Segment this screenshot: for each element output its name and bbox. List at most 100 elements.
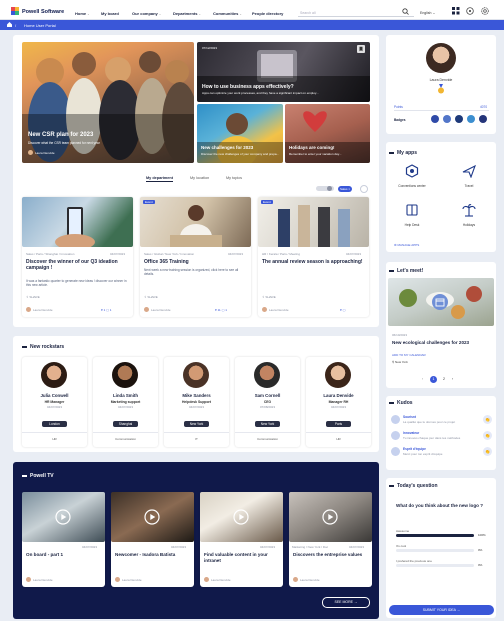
tv-title: Powell TV [22, 473, 54, 479]
plane-icon[interactable] [462, 164, 476, 178]
apps-grid-icon[interactable] [452, 7, 460, 15]
rockstar-avatar[interactable] [41, 362, 67, 388]
rockstar-city-badge: New York [255, 421, 280, 427]
add-to-calendar-link[interactable]: ADD TO MY CALENDAR [392, 353, 426, 357]
event-location: ⚲ New York [392, 360, 408, 364]
news-card-title[interactable]: Discover the winner of our Q3 ideation c… [26, 259, 128, 271]
video-title[interactable]: Find valuable content in your intranet [204, 552, 280, 564]
app-label[interactable]: Travel [445, 184, 493, 188]
kudos-title: Kudos [389, 400, 413, 406]
rockstar-city-badge: London [42, 421, 67, 427]
nav-my-board[interactable]: My board [101, 11, 119, 16]
badges-icon[interactable] [430, 114, 490, 124]
toggle-switch[interactable] [316, 186, 334, 191]
divider [93, 432, 158, 433]
rockstar-avatar[interactable] [183, 362, 209, 388]
rockstar-avatar[interactable] [112, 362, 138, 388]
news-card-tags: Sales / Global / New York / Innovation [144, 252, 195, 256]
poll-bar-track[interactable] [396, 564, 474, 567]
rockstar-department: Communication [257, 437, 278, 441]
kudos-name[interactable]: Innovateur [403, 431, 419, 435]
nav-departments[interactable]: Departments⌄ [173, 11, 201, 16]
video-date: 04/07/2023 [260, 545, 276, 549]
nav-communities[interactable]: Communities⌄ [213, 11, 242, 16]
divider [235, 432, 300, 433]
tab-my-topics[interactable]: My topics [226, 176, 242, 180]
app-label[interactable]: Help Desk [388, 223, 436, 227]
rockstar-name[interactable]: Laura Denvide [306, 393, 371, 398]
rockstar-name[interactable]: Sam Cornell [235, 393, 300, 398]
rockstar-avatar[interactable] [254, 362, 280, 388]
video-date: 04/07/2023 [349, 545, 365, 549]
see-more-button[interactable]: SEE MORE → [322, 597, 370, 608]
poll-answer-label[interactable]: It's cool [396, 544, 406, 548]
nav-our-company[interactable]: Our company⌄ [132, 11, 161, 16]
rockstar-role: Helpdesk Support [181, 400, 211, 404]
video-title[interactable]: Discovers the entreprise values [293, 552, 369, 558]
home-icon[interactable] [7, 22, 12, 27]
filter-settings-icon[interactable] [360, 185, 368, 193]
hero-tile3-title[interactable]: Holidays are coming! [289, 145, 335, 150]
notifications-icon[interactable] [466, 7, 474, 15]
app-label[interactable]: Conventions center [388, 184, 436, 188]
hero-main-title[interactable]: New CSR plan for 2023 [28, 132, 93, 138]
next-page-button[interactable]: › [452, 377, 453, 381]
submit-idea-button[interactable]: SUBMIT YOUR IDEA → [389, 605, 494, 615]
poll-answer-label[interactable]: Awesome [396, 529, 409, 533]
rockstar-name[interactable]: Linda Smith [93, 393, 158, 398]
poll-percent: 0% [478, 563, 483, 567]
play-icon[interactable] [144, 509, 160, 525]
profile-avatar[interactable] [426, 43, 456, 73]
hero-tile1-title[interactable]: How to use business apps effectively? [202, 84, 294, 90]
tab-my-department[interactable]: My department [146, 176, 174, 182]
news-card-title[interactable]: The annual review season is approaching! [262, 259, 364, 265]
search-icon[interactable] [402, 8, 409, 15]
hero-tile2-title[interactable]: New challenges for 2023 [201, 145, 253, 150]
nav-people-directory[interactable]: People directory [252, 11, 283, 16]
filter-chip[interactable]: Sales × [338, 186, 352, 192]
rockstar-name[interactable]: Mike Sanders [164, 393, 229, 398]
bookmark-icon[interactable] [357, 45, 365, 53]
kudos-like-icon[interactable]: 👏 [483, 415, 492, 424]
settings-icon[interactable] [481, 7, 489, 15]
kudos-like-icon[interactable]: 👏 [483, 431, 492, 440]
apps-panel [386, 142, 496, 252]
rockstar-name[interactable]: Julia Conwell [22, 393, 87, 398]
book-icon[interactable] [405, 203, 419, 217]
reactions[interactable]: ♥ 11 ▢ 1 [215, 308, 227, 312]
brand-name[interactable]: Powell Software [22, 9, 64, 15]
play-icon[interactable] [233, 509, 249, 525]
share-button[interactable]: ⇪ SHARE [26, 295, 40, 299]
author-avatar [293, 577, 298, 582]
play-icon[interactable] [322, 509, 338, 525]
palm-icon[interactable] [462, 203, 476, 217]
share-button[interactable]: ⇪ SHARE [262, 295, 276, 299]
kudos-like-icon[interactable]: 👏 [483, 447, 492, 456]
page-2[interactable]: 2 [443, 377, 445, 381]
hexagon-icon[interactable] [405, 164, 419, 178]
news-card-title[interactable]: Office 365 Training [144, 259, 246, 265]
play-icon[interactable] [55, 509, 71, 525]
event-title[interactable]: New ecological challenges for 2023 [392, 340, 492, 346]
manage-apps-link[interactable]: ⚙ MANAGE APPS [394, 243, 419, 247]
tab-my-location[interactable]: My location [190, 176, 209, 180]
news-card-tags: HR / Kerala / Paris / Meeting [262, 252, 301, 256]
profile-name[interactable]: Laura Denvide [386, 78, 496, 82]
reactions[interactable]: ♥ ▢ [340, 308, 345, 312]
share-button[interactable]: ⇪ SHARE [144, 295, 158, 299]
video-title[interactable]: Newcomer - Isadora Batista [115, 552, 191, 558]
reactions[interactable]: ♥ 1 ▢ 1 [101, 308, 111, 312]
kudos-name[interactable]: Esprit d'équipe [403, 447, 426, 451]
poll-bar-track[interactable] [396, 549, 474, 552]
language-select[interactable]: English ⌄ [420, 11, 435, 15]
prev-page-button[interactable]: ‹ [422, 377, 423, 381]
app-label[interactable]: Holidays [445, 223, 493, 227]
powell-logo-icon[interactable] [11, 7, 19, 15]
rockstar-role: Marketing support [110, 400, 141, 404]
poll-answer-label[interactable]: I prefered the previous one [396, 559, 432, 563]
page-1[interactable]: 1 [430, 376, 437, 383]
video-title[interactable]: On board - part 1 [26, 552, 102, 558]
nav-home[interactable]: Home⌄ [75, 11, 90, 16]
kudos-name[interactable]: Sourisnt [403, 415, 416, 419]
rockstar-avatar[interactable] [325, 362, 351, 388]
